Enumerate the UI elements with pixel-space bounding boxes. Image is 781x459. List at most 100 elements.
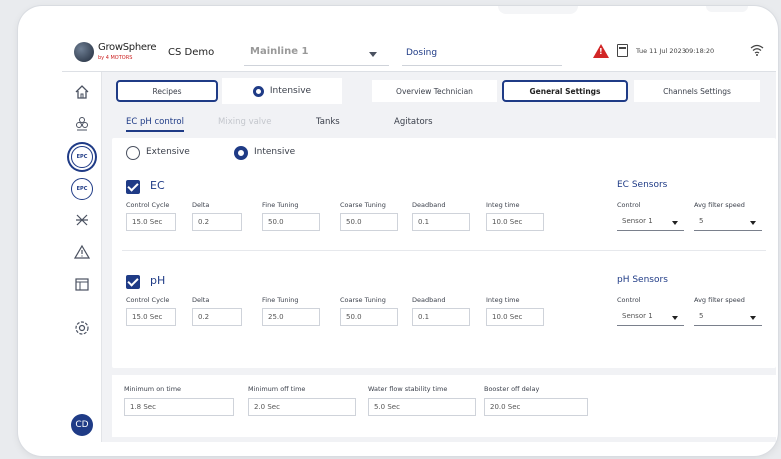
ec-filter-value: 5	[699, 217, 704, 225]
ph-control-value: Sensor 1	[622, 312, 653, 320]
ec-control-select[interactable]: Sensor 1	[617, 213, 684, 231]
min-off-time-label: Minimum off time	[248, 385, 306, 393]
module-field[interactable]: Dosing	[402, 42, 562, 66]
ph-label-control-cycle: Control Cycle	[126, 296, 170, 304]
radio-intensive-label: Intensive	[254, 147, 296, 157]
ec-label-delta: Delta	[192, 201, 210, 209]
ec-label-coarse-tuning: Coarse Tuning	[340, 201, 386, 209]
ec-label-control-cycle: Control Cycle	[126, 201, 170, 209]
radio-extensive[interactable]	[126, 146, 140, 160]
ph-delta-input[interactable]: 0.2	[192, 308, 242, 326]
home-icon[interactable]	[72, 82, 92, 102]
ph-checkbox[interactable]	[126, 275, 140, 289]
subtab-tanks[interactable]: Tanks	[316, 117, 340, 127]
ec-ph-panel: Extensive Intensive EC EC Sensors Contro…	[112, 138, 776, 368]
irrigation-icon[interactable]	[72, 210, 92, 230]
ph-deadband-input[interactable]: 0.1	[412, 308, 470, 326]
chevron-down-icon	[672, 316, 678, 320]
epc-icon[interactable]: EPC	[71, 178, 93, 200]
plant-icon[interactable]	[72, 114, 92, 134]
radio-extensive-label: Extensive	[146, 147, 190, 157]
chevron-down-icon	[369, 52, 377, 57]
ec-sensors-title: EC Sensors	[617, 180, 668, 190]
main-tabs: Recipes Intensive Overview Technician Ge…	[110, 76, 776, 106]
radio-intensive[interactable]	[234, 146, 248, 160]
chevron-down-icon	[750, 221, 756, 225]
chevron-down-icon	[672, 221, 678, 225]
subtab-agitators[interactable]: Agitators	[394, 117, 433, 127]
current-time: 09:18:20	[685, 47, 715, 55]
top-bar: GrowSphere by 4 MOTORS CS Demo Mainline …	[62, 34, 776, 72]
brand-name: GrowSphere	[98, 42, 157, 53]
ph-control-select[interactable]: Sensor 1	[617, 308, 684, 326]
tab-overview-technician[interactable]: Overview Technician	[372, 80, 497, 102]
alert-icon[interactable]	[72, 242, 92, 262]
ph-control-cycle-input[interactable]: 15.0 Sec	[126, 308, 176, 326]
ph-label-integ-time: Integ time	[486, 296, 520, 304]
ec-filter-select[interactable]: 5	[694, 213, 762, 231]
tab-recipes[interactable]: Recipes	[116, 80, 218, 102]
ph-coarse-tuning-input[interactable]: 50.0	[340, 308, 398, 326]
avatar[interactable]: CD	[71, 414, 93, 436]
ec-deadband-input[interactable]: 0.1	[412, 213, 470, 231]
calendar-icon[interactable]	[617, 44, 628, 57]
warning-icon[interactable]	[593, 44, 609, 58]
ec-label-fine-tuning: Fine Tuning	[262, 201, 299, 209]
ph-filter-value: 5	[699, 312, 704, 320]
settings-icon[interactable]	[72, 318, 92, 338]
subtab-ec-ph-control[interactable]: EC pH control	[126, 117, 184, 132]
timing-panel: Minimum on time Minimum off time Water f…	[112, 375, 776, 437]
ph-control-label: Control	[617, 296, 641, 304]
ph-label-deadband: Deadband	[412, 296, 446, 304]
water-flow-stability-input[interactable]: 5.0 Sec	[368, 398, 476, 416]
current-date: Tue 11 Jul 2023	[636, 47, 686, 55]
min-on-time-input[interactable]: 1.8 Sec	[124, 398, 234, 416]
tab-intensive[interactable]: Intensive	[222, 78, 342, 104]
ph-label-delta: Delta	[192, 296, 210, 304]
project-name[interactable]: CS Demo	[168, 47, 214, 58]
min-off-time-input[interactable]: 2.0 Sec	[248, 398, 356, 416]
ec-label-deadband: Deadband	[412, 201, 446, 209]
ec-label-integ-time: Integ time	[486, 201, 520, 209]
tablet-frame: GrowSphere by 4 MOTORS CS Demo Mainline …	[18, 6, 778, 456]
ph-label-fine-tuning: Fine Tuning	[262, 296, 299, 304]
sidebar: EPC EPC CD	[62, 72, 102, 442]
ec-control-cycle-input[interactable]: 15.0 Sec	[126, 213, 176, 231]
subtab-mixing-valve[interactable]: Mixing valve	[218, 117, 271, 127]
app-screen: GrowSphere by 4 MOTORS CS Demo Mainline …	[62, 34, 776, 442]
tab-channels-settings[interactable]: Channels Settings	[634, 80, 760, 102]
radio-selected-icon	[252, 85, 264, 97]
ec-control-label: Control	[617, 201, 641, 209]
mainline-select[interactable]: Mainline 1	[244, 42, 389, 66]
min-on-time-label: Minimum on time	[124, 385, 182, 393]
brand-subtitle: by 4 MOTORS	[98, 55, 133, 61]
ec-title: EC	[150, 179, 165, 192]
tab-intensive-label: Intensive	[269, 86, 312, 96]
ec-control-value: Sensor 1	[622, 217, 653, 225]
ph-filter-label: Avg filter speed	[694, 296, 745, 304]
section-divider	[122, 250, 766, 251]
ec-filter-label: Avg filter speed	[694, 201, 745, 209]
ph-filter-select[interactable]: 5	[694, 308, 762, 326]
tablet-camera-bar	[498, 6, 578, 14]
ec-checkbox[interactable]	[126, 180, 140, 194]
ph-integ-time-input[interactable]: 10.0 Sec	[486, 308, 544, 326]
chevron-down-icon	[750, 316, 756, 320]
booster-off-delay-input[interactable]: 20.0 Sec	[484, 398, 588, 416]
mainline-value: Mainline 1	[250, 46, 309, 57]
epc-icon[interactable]: EPC	[71, 146, 93, 168]
wifi-icon[interactable]	[750, 43, 764, 57]
ec-integ-time-input[interactable]: 10.0 Sec	[486, 213, 544, 231]
growsphere-logo-icon	[74, 42, 94, 62]
ph-fine-tuning-input[interactable]: 25.0	[262, 308, 320, 326]
ec-fine-tuning-input[interactable]: 50.0	[262, 213, 320, 231]
calendar-icon[interactable]	[72, 274, 92, 294]
tablet-button	[706, 6, 748, 12]
booster-off-delay-label: Booster off delay	[484, 385, 540, 393]
ph-sensors-title: pH Sensors	[617, 275, 668, 285]
water-flow-stability-label: Water flow stability time	[368, 385, 448, 393]
ec-coarse-tuning-input[interactable]: 50.0	[340, 213, 398, 231]
ec-delta-input[interactable]: 0.2	[192, 213, 242, 231]
ph-title: pH	[150, 274, 166, 287]
tab-general-settings[interactable]: General Settings	[502, 80, 628, 102]
